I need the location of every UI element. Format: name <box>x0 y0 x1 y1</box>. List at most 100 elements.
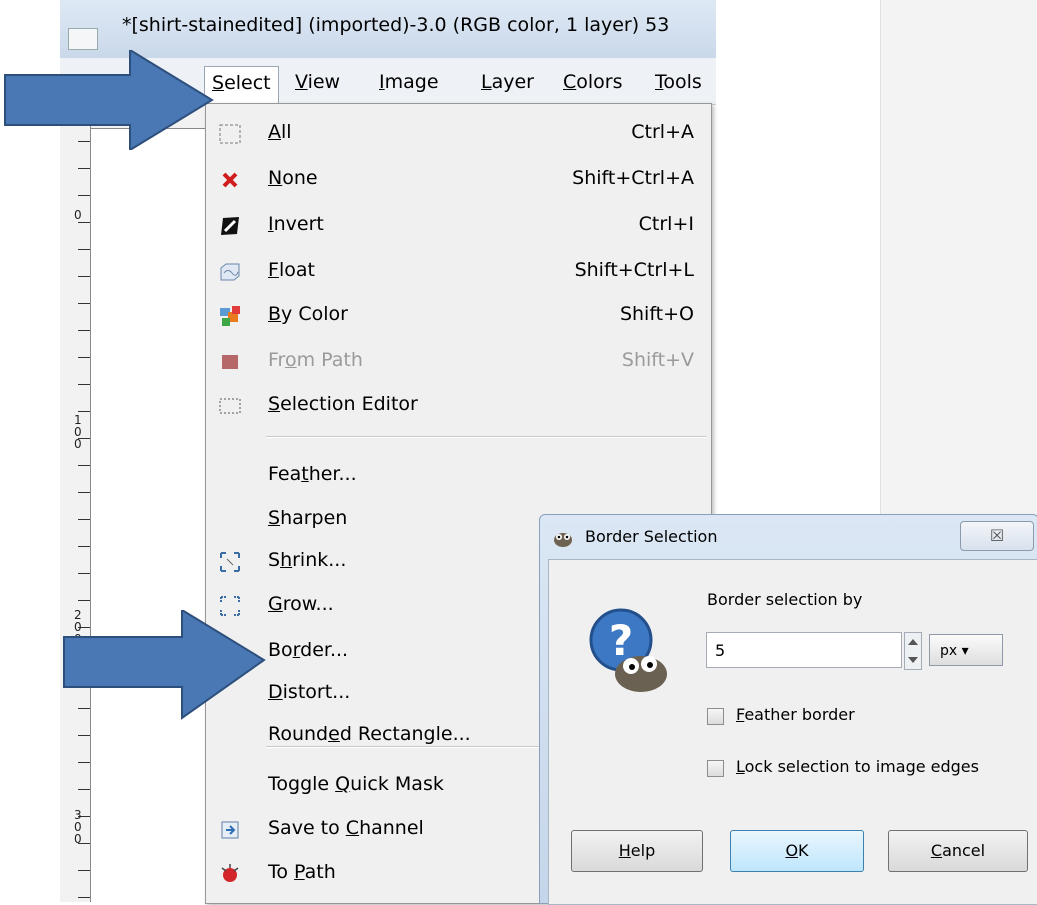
from-path-icon <box>222 355 238 369</box>
invert-icon <box>221 217 239 235</box>
menu-item-label: Rounded Rectangle... <box>268 723 471 745</box>
ruler-tick <box>78 168 90 169</box>
menu-image[interactable]: Image <box>372 66 446 98</box>
ruler-tick <box>78 249 90 250</box>
spinner-down-icon[interactable] <box>908 657 918 663</box>
menu-colors[interactable]: Colors <box>556 66 630 98</box>
menu-item-label: Selection Editor <box>268 393 418 415</box>
menu-tools[interactable]: Tools <box>648 66 709 98</box>
selection-editor-icon <box>219 398 241 414</box>
menu-select[interactable]: Select <box>204 66 279 105</box>
dialog-title: Border Selection <box>585 527 718 546</box>
menu-item-label: By Color <box>268 303 348 325</box>
ruler-tick <box>78 789 90 790</box>
lock-rest: ock selection to image edges <box>744 757 979 776</box>
border-selection-by-label: Border selection by <box>707 590 863 609</box>
feather-border-label: Feather border <box>736 705 855 724</box>
float-icon <box>220 263 240 281</box>
dialog-body: ? Border selection by px ▾ Feather borde… <box>548 559 1037 905</box>
menu-item-shortcut: Shift+O <box>619 303 694 325</box>
lock-mnemonic: L <box>736 757 745 776</box>
menu-item-shortcut: Ctrl+I <box>638 213 694 235</box>
menu-item-label: Toggle Quick Mask <box>268 773 444 795</box>
ruler-tick <box>78 465 90 466</box>
image-canvas[interactable] <box>91 129 211 902</box>
dialog-close-button[interactable]: ☒ <box>960 521 1034 551</box>
ruler-tick <box>78 870 90 871</box>
menu-item-label: Distort... <box>268 681 351 703</box>
menu-item-label: Float <box>268 259 315 281</box>
window-title: *[shirt-stainedited] (imported)-3.0 (RGB… <box>122 14 670 36</box>
ruler-tick <box>78 573 90 574</box>
svg-text:?: ? <box>609 616 633 665</box>
ruler-tick <box>78 276 90 277</box>
to-path-icon <box>221 864 239 882</box>
menu-item-from-path[interactable]: From Path Shift+V <box>206 342 711 382</box>
menu-item-feather[interactable]: Feather... <box>206 456 711 496</box>
ruler-tick <box>78 600 90 601</box>
ruler-label: 0 <box>74 208 82 222</box>
ruler-tick <box>78 195 90 196</box>
menu-item-label: Shrink... <box>268 549 347 571</box>
ruler-tick <box>78 303 90 304</box>
arrow-to-border-item <box>63 610 266 720</box>
menu-item-by-color[interactable]: By Color Shift+O <box>206 296 711 336</box>
ok-button[interactable]: OK <box>730 830 864 872</box>
menu-item-label: Sharpen <box>268 507 348 529</box>
menu-item-float[interactable]: Float Shift+Ctrl+L <box>206 252 711 292</box>
menu-separator <box>266 436 706 438</box>
ruler-label: 1 0 0 <box>74 413 82 451</box>
ruler-tick <box>78 330 90 331</box>
menu-item-shortcut: Shift+Ctrl+A <box>572 167 694 189</box>
menu-item-label: None <box>268 167 318 189</box>
ruler-tick <box>78 357 90 358</box>
menu-item-label: To Path <box>268 861 336 883</box>
ruler-tick <box>78 546 90 547</box>
select-none-icon <box>222 172 238 188</box>
menu-item-label: All <box>268 121 292 143</box>
menu-view[interactable]: View <box>288 66 347 98</box>
menu-item-label: From Path <box>268 349 363 371</box>
select-all-icon <box>219 124 241 144</box>
unit-value: px <box>940 643 958 659</box>
menu-item-shortcut: Shift+Ctrl+L <box>574 259 694 281</box>
menu-item-shortcut: Ctrl+A <box>631 121 694 143</box>
ruler-tick <box>78 492 90 493</box>
border-selection-dialog: Border Selection ☒ ? Border selection by… <box>539 514 1037 905</box>
ruler-tick <box>78 735 90 736</box>
menu-item-shortcut: Shift+V <box>621 349 694 371</box>
menu-item-label: Grow... <box>268 593 334 615</box>
ruler-tick <box>78 222 90 223</box>
feather-border-checkbox[interactable] <box>707 708 724 725</box>
by-color-icon <box>220 306 240 326</box>
unit-dropdown[interactable]: px ▾ <box>929 634 1003 666</box>
vertical-ruler: 01 0 02 0 03 0 0 <box>60 104 91 902</box>
menu-item-all[interactable]: All Ctrl+A <box>206 114 711 154</box>
lock-selection-label: Lock selection to image edges <box>736 757 979 776</box>
menu-item-label: Save to Channel <box>268 817 424 839</box>
ruler-tick <box>78 519 90 520</box>
menu-item-selection-editor[interactable]: Selection Editor <box>206 386 711 426</box>
ruler-tick <box>78 384 90 385</box>
menu-item-none[interactable]: None Shift+Ctrl+A <box>206 160 711 200</box>
feather-rest: eather border <box>744 705 855 724</box>
gimp-wilber-icon <box>554 533 572 547</box>
dropdown-arrow-icon: ▾ <box>961 643 969 659</box>
help-button[interactable]: Help <box>571 830 703 872</box>
save-to-channel-icon <box>221 821 239 839</box>
question-wilber-icon: ? <box>589 608 667 692</box>
border-size-spinner[interactable] <box>904 632 922 670</box>
shrink-icon <box>220 552 240 572</box>
border-size-input[interactable] <box>706 632 902 668</box>
ruler-label: 3 0 0 <box>74 808 82 846</box>
cancel-button[interactable]: Cancel <box>888 830 1028 872</box>
ruler-tick <box>78 897 90 898</box>
menu-item-invert[interactable]: Invert Ctrl+I <box>206 206 711 246</box>
app-icon <box>68 28 98 50</box>
ruler-tick <box>78 411 90 412</box>
arrow-to-select-menu <box>4 50 214 150</box>
spinner-up-icon[interactable] <box>908 639 918 645</box>
menu-layer[interactable]: Layer <box>474 66 541 98</box>
lock-selection-checkbox[interactable] <box>707 760 724 777</box>
menu-item-label: Feather... <box>268 463 357 485</box>
